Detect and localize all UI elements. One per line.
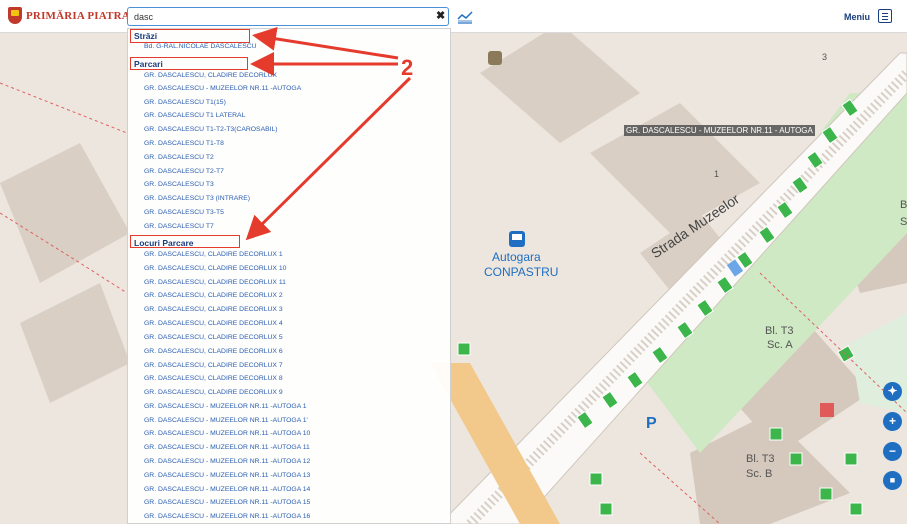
result-item[interactable]: GR. DASCALESCU T1-T2-T3(CAROSABIL) bbox=[144, 126, 278, 133]
hamburger-menu-icon[interactable] bbox=[878, 9, 892, 23]
station-name: Autogara bbox=[492, 250, 541, 264]
result-item[interactable]: GR. DASCALESCU - MUZEELOR NR.11 -AUTOGA … bbox=[144, 472, 310, 479]
result-item[interactable]: GR. DASCALESCU - MUZEELOR NR.11 -AUTOGA … bbox=[144, 499, 310, 506]
result-item[interactable]: GR. DASCALESCU T3 bbox=[144, 181, 214, 188]
result-item[interactable]: GR. DASCALESCU - MUZEELOR NR.11 -AUTOGA … bbox=[144, 458, 310, 465]
result-item[interactable]: GR. DASCALESCU T3 (INTRARE) bbox=[144, 195, 250, 202]
result-item[interactable]: GR. DASCALESCU, CLADIRE DECORLUX 8 bbox=[144, 375, 283, 382]
result-item[interactable]: GR. DASCALESCU T3-T5 bbox=[144, 209, 224, 216]
result-item[interactable]: GR. DASCALESCU T2-T7 bbox=[144, 168, 224, 175]
result-item[interactable]: GR. DASCALESCU, CLADIRE DECORLUX 2 bbox=[144, 292, 283, 299]
result-item[interactable]: GR. DASCALESCU, CLADIRE DECORLUX 1 bbox=[144, 251, 283, 258]
result-item[interactable]: GR. DASCALESCU - MUZEELOR NR.11 -AUTOGA … bbox=[144, 444, 310, 451]
house-number: 3 bbox=[822, 52, 828, 62]
plus-icon[interactable]: + bbox=[883, 412, 902, 431]
parking-slot-occupied bbox=[820, 403, 834, 417]
result-item[interactable]: GR. DASCALESCU - MUZEELOR NR.11 -AUTOGA … bbox=[144, 486, 310, 493]
result-item[interactable]: GR. DASCALESCU, CLADIRE DECORLUX 6 bbox=[144, 348, 283, 355]
search-input[interactable] bbox=[134, 10, 424, 23]
result-item[interactable]: GR. DASCALESCU T2 bbox=[144, 154, 214, 161]
crosshair-icon[interactable]: ✦ bbox=[883, 382, 902, 401]
block-a-entrance: Sc. A bbox=[767, 339, 793, 351]
search-results-dropdown: Străzi Bd. G-RAL.NICOLAE DASCALESCU Parc… bbox=[127, 28, 451, 524]
result-item[interactable]: GR. DASCALESCU - MUZEELOR NR.11 -AUTOGA … bbox=[144, 513, 310, 520]
result-item[interactable]: GR. DASCALESCU, CLADIRE DECORLUX bbox=[144, 72, 277, 79]
result-item[interactable]: GR. DASCALESCU - MUZEELOR NR.11 -AUTOGA bbox=[144, 85, 301, 92]
block-b-label: Bl. T3 bbox=[746, 453, 775, 465]
result-item[interactable]: GR. DASCALESCU T1(15) bbox=[144, 99, 226, 106]
station-sub: CONPASTRU bbox=[484, 265, 559, 279]
result-item[interactable]: GR. DASCALESCU, CLADIRE DECORLUX 5 bbox=[144, 334, 283, 341]
menu-label[interactable]: Meniu bbox=[844, 12, 870, 22]
result-item[interactable]: GR. DASCALESCU T1-T8 bbox=[144, 140, 224, 147]
highlight-box-strazi bbox=[130, 29, 250, 43]
result-item[interactable]: GR. DASCALESCU, CLADIRE DECORLUX 4 bbox=[144, 320, 283, 327]
result-item[interactable]: GR. DASCALESCU, CLADIRE DECORLUX 7 bbox=[144, 362, 283, 369]
layers-icon[interactable]: ■ bbox=[883, 471, 902, 490]
annotation-number: 2 bbox=[401, 55, 414, 80]
taxi-icon bbox=[488, 51, 502, 65]
result-item[interactable]: GR. DASCALESCU, CLADIRE DECORLUX 9 bbox=[144, 389, 283, 396]
house-number: 1 bbox=[714, 169, 720, 179]
result-item[interactable]: GR. DASCALESCU - MUZEELOR NR.11 -AUTOGA … bbox=[144, 417, 308, 424]
result-item[interactable]: GR. DASCALESCU, CLADIRE DECORLUX 3 bbox=[144, 306, 283, 313]
highlight-box-locuri-parcare bbox=[130, 235, 240, 248]
result-item[interactable]: GR. DASCALESCU - MUZEELOR NR.11 -AUTOGA … bbox=[144, 430, 310, 437]
parking-letter: P bbox=[646, 415, 657, 432]
result-item[interactable]: GR. DASCALESCU, CLADIRE DECORLUX 10 bbox=[144, 265, 286, 272]
result-item[interactable]: GR. DASCALESCU T7 bbox=[144, 223, 214, 230]
result-item[interactable]: GR. DASCALESCU, CLADIRE DECORLUX 11 bbox=[144, 279, 286, 286]
result-item[interactable]: GR. DASCALESCU - MUZEELOR NR.11 -AUTOGA … bbox=[144, 403, 307, 410]
coat-of-arms-icon bbox=[8, 7, 22, 24]
highlight-box-parcari bbox=[130, 57, 248, 70]
partial-label-s: S bbox=[900, 216, 907, 228]
result-item[interactable]: Bd. G-RAL.NICOLAE DASCALESCU bbox=[144, 43, 257, 50]
partial-label-b: B bbox=[900, 199, 907, 211]
chart-line-icon[interactable] bbox=[457, 10, 473, 24]
close-icon[interactable]: ✖ bbox=[436, 11, 445, 22]
parking-tooltip: GR. DASCALESCU - MUZEELOR NR.11 - AUTOGA bbox=[624, 125, 815, 136]
block-b-entrance: Sc. B bbox=[746, 468, 773, 480]
block-a-label: Bl. T3 bbox=[765, 325, 794, 337]
search-box[interactable] bbox=[127, 7, 449, 26]
result-item[interactable]: GR. DASCALESCU T1 LATERAL bbox=[144, 112, 245, 119]
minus-icon[interactable]: − bbox=[883, 442, 902, 461]
